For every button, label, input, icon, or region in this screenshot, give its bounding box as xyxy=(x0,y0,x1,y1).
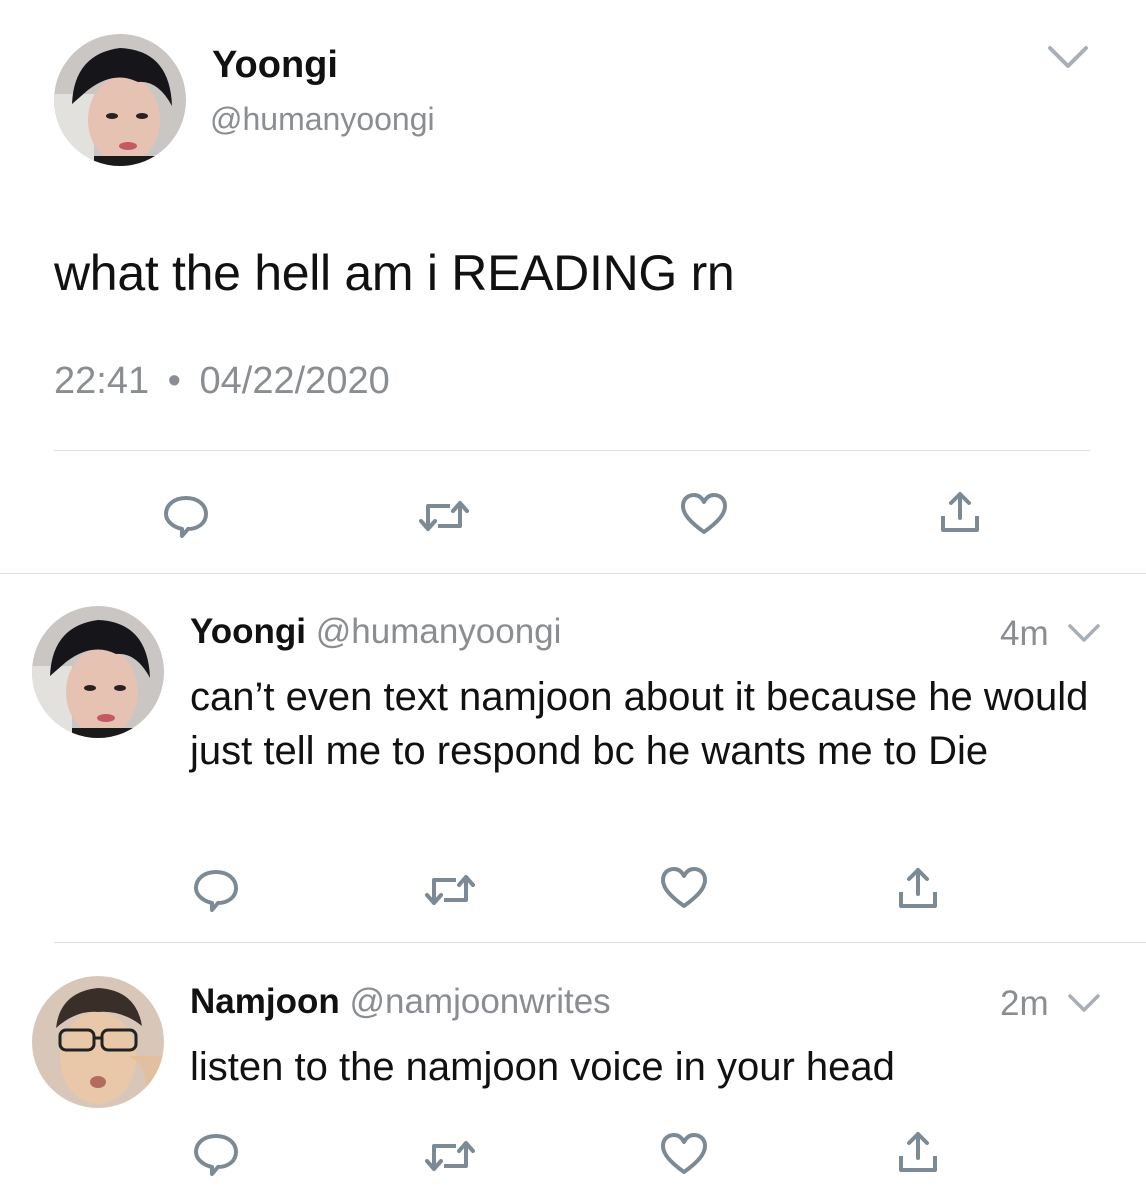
share-icon[interactable] xyxy=(896,1128,940,1176)
reply-avatar[interactable] xyxy=(32,606,164,738)
reply-header: Yoongi @humanyoongi xyxy=(190,612,561,652)
retweet-icon[interactable] xyxy=(424,868,476,912)
chevron-down-icon[interactable] xyxy=(1066,990,1102,1014)
meta-separator: • xyxy=(167,360,181,402)
divider xyxy=(54,450,1090,451)
reply-age: 2m xyxy=(1000,984,1049,1023)
share-icon[interactable] xyxy=(896,864,940,912)
author-display-name[interactable]: Yoongi xyxy=(212,44,338,87)
reply-text: listen to the namjoon voice in your head xyxy=(190,1045,895,1089)
chevron-down-icon[interactable] xyxy=(1044,40,1092,72)
author-avatar[interactable] xyxy=(54,34,186,166)
tweet-time: 22:41 xyxy=(54,360,150,402)
reply-handle[interactable]: @namjoonwrites xyxy=(349,982,610,1021)
retweet-icon[interactable] xyxy=(424,1134,476,1178)
share-icon[interactable] xyxy=(938,488,982,536)
reply-handle[interactable]: @humanyoongi xyxy=(316,612,562,651)
author-handle[interactable]: @humanyoongi xyxy=(210,101,435,138)
reply-icon[interactable] xyxy=(192,866,240,914)
reply-display-name[interactable]: Yoongi xyxy=(190,612,306,651)
tweet-text: what the hell am i READING rn xyxy=(54,245,735,301)
reply-age: 4m xyxy=(1000,614,1049,653)
divider xyxy=(54,942,1146,943)
reply-icon[interactable] xyxy=(192,1130,240,1178)
chevron-down-icon[interactable] xyxy=(1066,620,1102,644)
reply-text: can’t even text namjoon about it because… xyxy=(190,675,1089,773)
like-icon[interactable] xyxy=(660,1132,708,1176)
tweet-timestamp: 22:41 • 04/22/2020 xyxy=(54,360,390,403)
retweet-icon[interactable] xyxy=(418,494,470,538)
like-icon[interactable] xyxy=(660,866,708,910)
reply-avatar[interactable] xyxy=(32,976,164,1108)
tweet-date: 04/22/2020 xyxy=(199,360,390,402)
reply-display-name[interactable]: Namjoon xyxy=(190,982,340,1021)
reply-header: Namjoon @namjoonwrites xyxy=(190,982,611,1022)
like-icon[interactable] xyxy=(680,492,728,536)
section-divider xyxy=(0,573,1146,574)
reply-icon[interactable] xyxy=(162,492,210,540)
